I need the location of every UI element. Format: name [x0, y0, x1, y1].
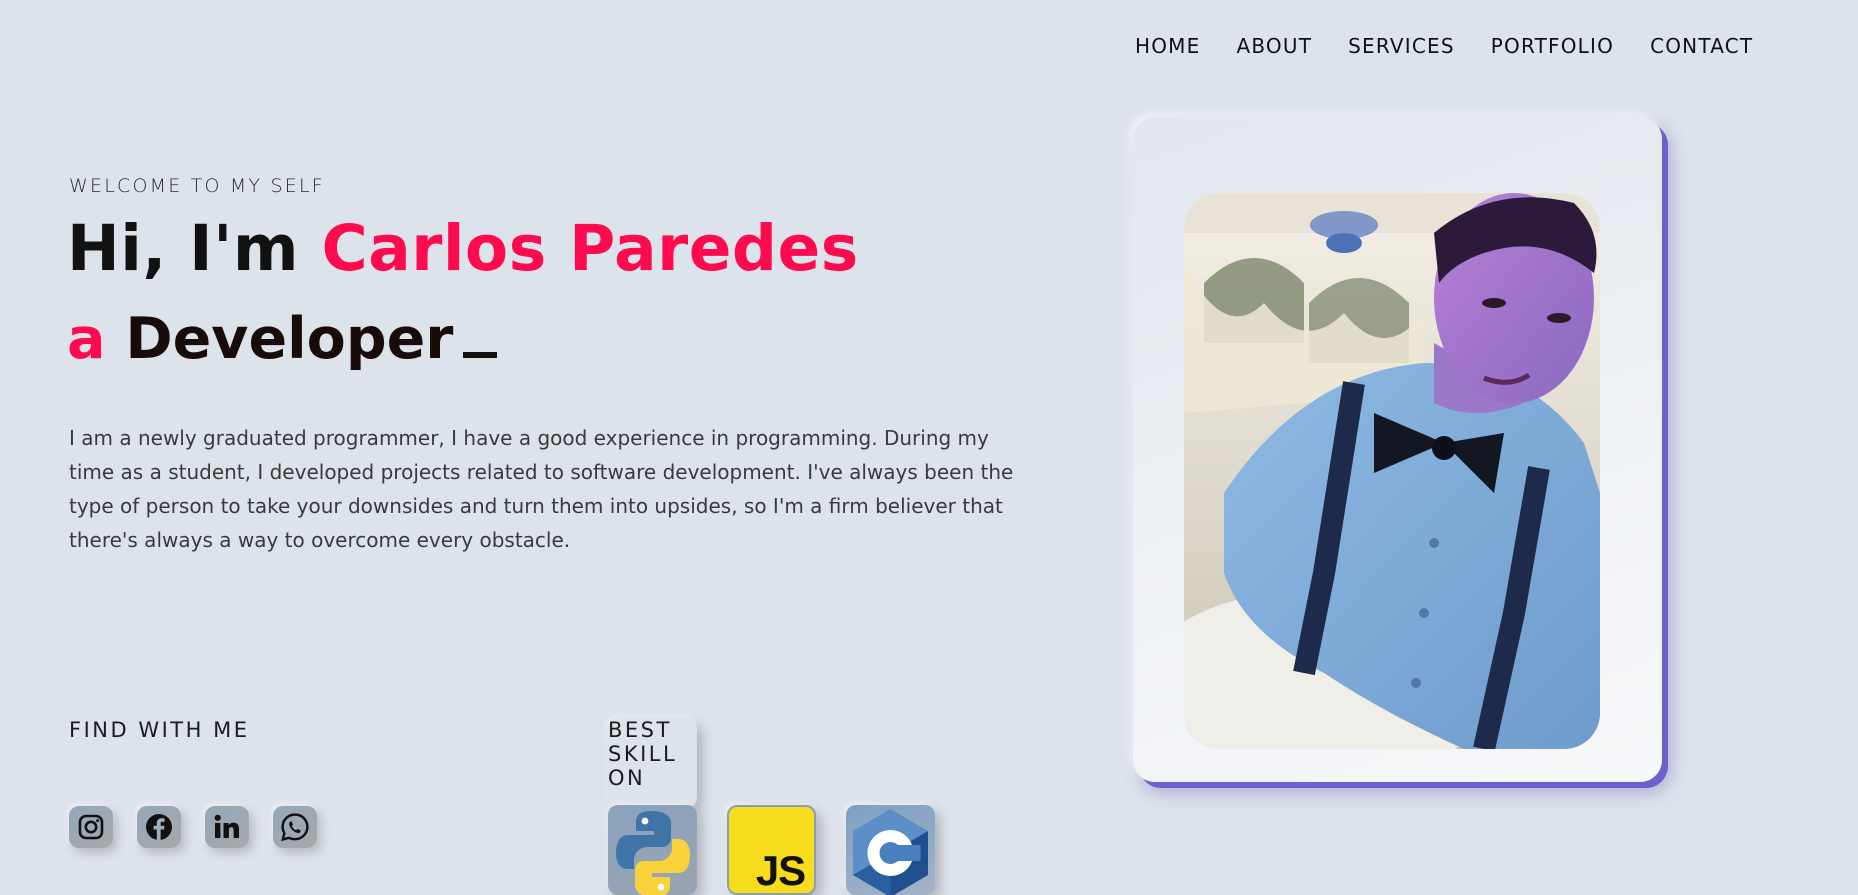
bio-paragraph: I am a newly graduated programmer, I hav… — [69, 426, 1014, 552]
profile-photo — [1184, 193, 1600, 749]
c-lang-skill — [846, 805, 935, 895]
nav-about[interactable]: ABOUT — [1236, 34, 1312, 58]
profile-photo-image — [1184, 193, 1600, 749]
best-skill-label: BEST SKILL ON — [608, 718, 697, 808]
instagram-link[interactable] — [69, 806, 113, 848]
skill-icons: JS — [608, 805, 935, 895]
javascript-skill: JS — [727, 805, 816, 895]
find-with-me-label: FIND WITH ME — [69, 718, 250, 742]
c-lang-icon — [853, 809, 928, 895]
instagram-icon — [78, 814, 104, 840]
facebook-link[interactable] — [137, 806, 181, 848]
linkedin-icon — [214, 814, 239, 838]
whatsapp-icon — [281, 813, 309, 842]
facebook-icon — [146, 814, 172, 840]
whatsapp-link[interactable] — [273, 806, 317, 848]
main-nav: HOME ABOUT SERVICES PORTFOLIO CONTACT — [1135, 34, 1753, 58]
social-links — [69, 806, 317, 848]
python-icon — [616, 811, 690, 895]
python-skill — [608, 805, 697, 895]
role-text: Developer — [125, 306, 454, 372]
nav-portfolio[interactable]: PORTFOLIO — [1491, 34, 1614, 58]
nav-contact[interactable]: CONTACT — [1650, 34, 1753, 58]
profile-card — [1133, 117, 1662, 782]
hero-headline: Hi, I'm Carlos Paredes — [67, 212, 859, 285]
greeting-text: Hi, I'm — [67, 212, 322, 285]
nav-services[interactable]: SERVICES — [1348, 34, 1455, 58]
welcome-text: WELCOME TO MY SELF — [69, 175, 325, 197]
hero-role: a Developer — [67, 306, 498, 372]
javascript-icon: JS — [755, 847, 806, 894]
hero-name: Carlos Paredes — [321, 212, 859, 285]
nav-home[interactable]: HOME — [1135, 34, 1200, 58]
typing-cursor — [463, 352, 498, 358]
linkedin-link[interactable] — [205, 806, 249, 848]
role-article: a — [67, 306, 106, 372]
